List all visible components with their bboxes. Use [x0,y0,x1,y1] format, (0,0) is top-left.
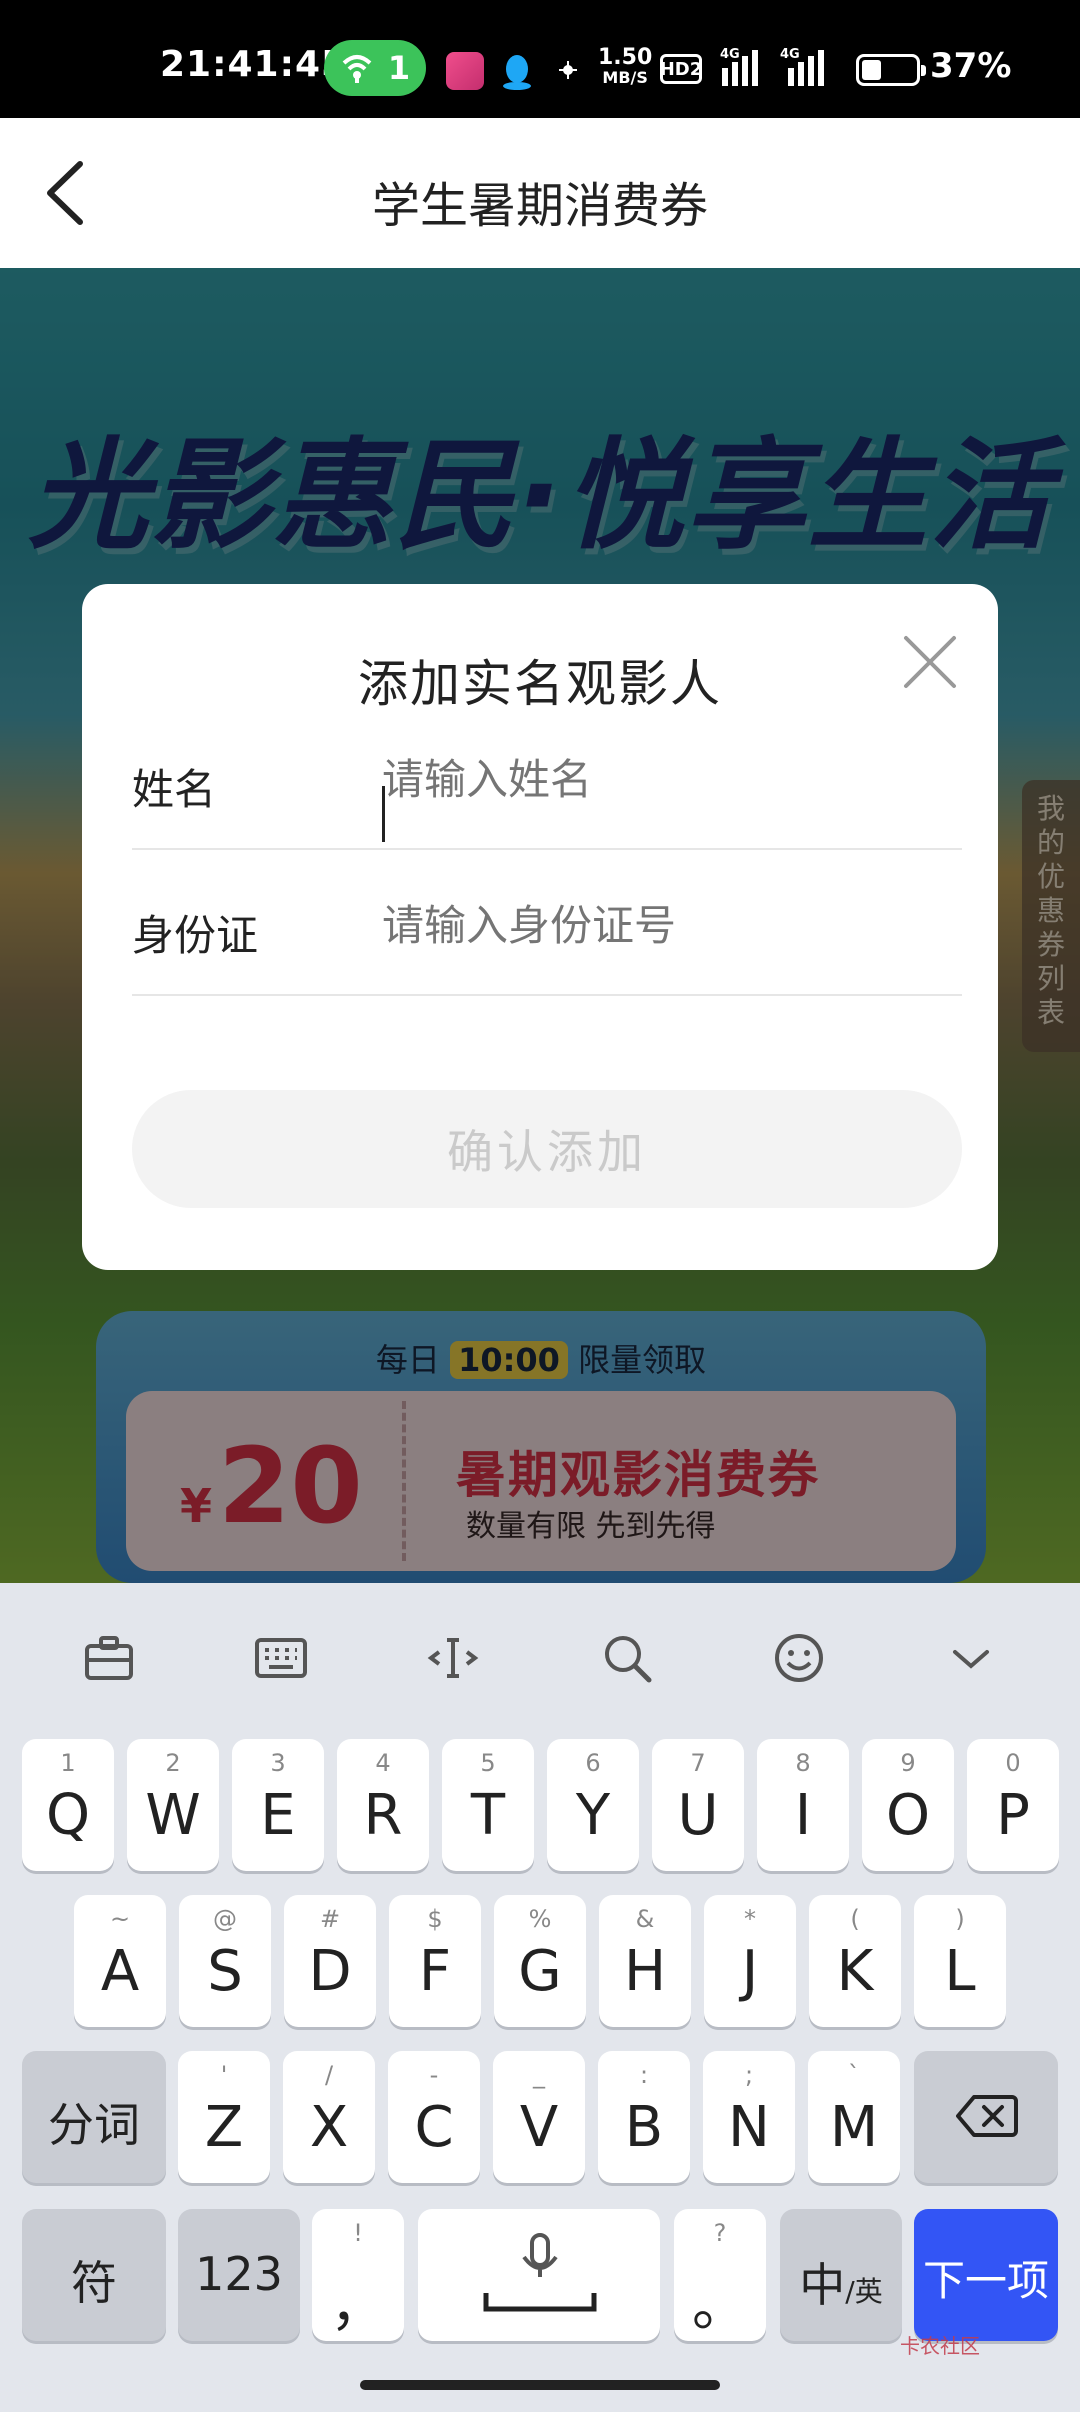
key-c[interactable]: -C [388,2051,480,2183]
id-card-input[interactable] [382,902,942,950]
key-n[interactable]: ; N [703,2051,795,2183]
signal-icon: 4G [720,47,758,86]
add-viewer-dialog: 添加实名观影人 姓名 身份证 确认添加 [82,584,998,1270]
chevron-down-icon[interactable] [936,1623,1006,1693]
key-m[interactable]: ` M [808,2051,900,2183]
search-icon[interactable] [592,1623,662,1693]
confirm-add-button[interactable]: 确认添加 [132,1090,962,1208]
key-y[interactable]: 6Y [547,1739,639,1871]
battery-fill [862,60,881,80]
key-f[interactable]: $ F [389,1895,481,2027]
key-symbols[interactable]: 符 [22,2209,166,2341]
key-e[interactable]: 3E [232,1739,324,1871]
svg-text:4G: 4G [720,47,740,62]
key-q[interactable]: 1Q [22,1739,114,1871]
key-p[interactable]: 0P [967,1739,1059,1871]
key-v[interactable]: _ V [493,2051,585,2183]
key-g[interactable]: % G [494,1895,586,2027]
hotspot-count: 1 [387,49,411,87]
close-icon[interactable] [900,632,960,692]
app-header: 学生暑期消费券 [0,118,1080,268]
key-numbers[interactable]: 123 [178,2209,300,2341]
status-bar: 21:41:45 1 1.50 MB/S HD2 4G 4G 37% [0,0,1080,118]
key-b[interactable]: :B [598,2051,690,2183]
screen: { "status_bar": { "time": "21:41:45", "h… [0,0,1080,2412]
hd-voice-badge: HD2 [660,54,702,84]
net-speed: 1.50 MB/S [598,45,653,88]
key-z[interactable]: ' Z [178,2051,270,2183]
name-input[interactable] [382,756,942,804]
key-i[interactable]: 8I [757,1739,849,1871]
key-s[interactable]: @ S [179,1895,271,2027]
notification-icon [559,61,577,79]
key-j[interactable]: * J [704,1895,796,2027]
key-language-switch[interactable]: 中/英 [780,2209,902,2341]
battery-percent: 37% [930,46,1012,86]
key-a[interactable]: ~ A [74,1895,166,2027]
key-space[interactable] [418,2209,660,2341]
name-row: 姓名 [132,704,962,850]
id-row: 身份证 [132,850,962,996]
hotspot-icon [342,55,372,83]
soft-keyboard: 1 Q 2 W 3 E 4 R 5 T 6 Y 7 U 8 I 9 O 0 P ~ A @ S # D $ F% G & H * J(K) L ' Z… [0,1583,1080,2412]
id-card-label: 身份证 [132,911,259,960]
key-period[interactable]: ? 。 [674,2209,766,2341]
watermark: 卡农社区 [900,2334,980,2358]
key-comma[interactable]: ! ， [312,2209,404,2341]
key-l[interactable]: ) L [914,1895,1006,2027]
key-h[interactable]: & H [599,1895,691,2027]
keyboard-icon[interactable] [246,1623,316,1693]
key-r[interactable]: 4R [337,1739,429,1871]
hotspot-indicator: 1 [324,40,426,96]
svg-text:4G: 4G [780,47,800,62]
name-label: 姓名 [132,765,217,814]
key-x[interactable]: / X [283,2051,375,2183]
home-indicator[interactable] [360,2380,720,2390]
text-caret [382,786,385,842]
clipboard-icon[interactable] [74,1623,144,1693]
backspace-icon [956,2095,1018,2137]
page-title: 学生暑期消费券 [371,178,708,234]
key-t[interactable]: 5T [442,1739,534,1871]
emoji-icon[interactable] [764,1623,834,1693]
key-o[interactable]: 9O [862,1739,954,1871]
keyboard-toolbar [0,1583,1080,1733]
cursor-move-icon[interactable] [418,1623,488,1693]
key-backspace[interactable] [914,2051,1058,2183]
hebao-app-icon [446,52,484,90]
key-k[interactable]: (K [809,1895,901,2027]
qq-icon [503,55,531,90]
microphone-icon [483,2233,597,2312]
key-next[interactable]: 下一项 [914,2209,1058,2341]
key-w[interactable]: 2W [127,1739,219,1871]
signal-icon-2: 4G [780,47,824,86]
key-d[interactable]: # D [284,1895,376,2027]
clock: 21:41:45 [160,44,348,85]
battery-icon [856,54,926,86]
key-segment[interactable]: 分词 [22,2051,166,2183]
key-u[interactable]: 7U [652,1739,744,1871]
